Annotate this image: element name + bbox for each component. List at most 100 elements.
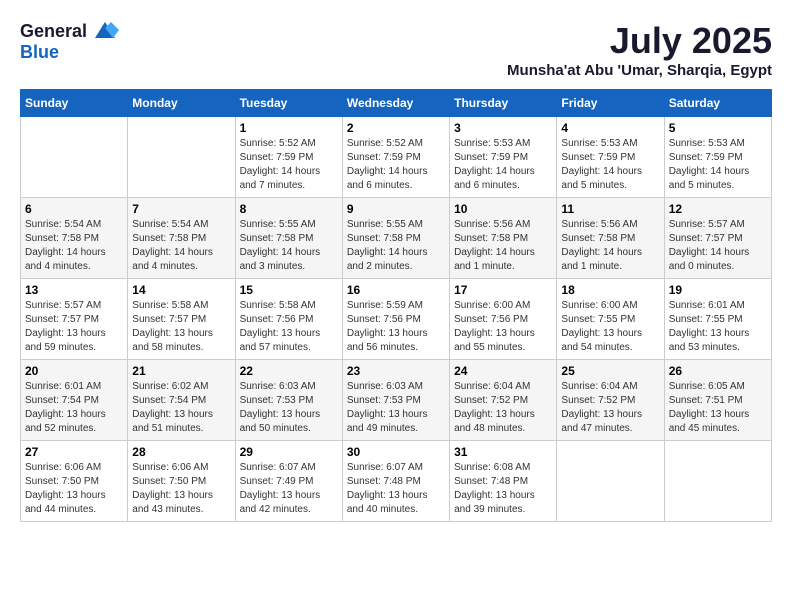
calendar-cell	[557, 441, 664, 522]
day-info: Sunrise: 5:53 AM Sunset: 7:59 PM Dayligh…	[561, 137, 659, 193]
weekday-header-sunday: Sunday	[21, 90, 128, 117]
day-number: 26	[669, 364, 767, 378]
day-number: 25	[561, 364, 659, 378]
day-number: 16	[347, 283, 445, 297]
day-number: 23	[347, 364, 445, 378]
calendar-cell: 20Sunrise: 6:01 AM Sunset: 7:54 PM Dayli…	[21, 360, 128, 441]
logo: General Blue	[20, 20, 119, 63]
calendar-cell: 25 Sunrise: 6:04 AM Sunset: 7:52 PM Dayli…	[557, 360, 664, 441]
day-info: Sunrise: 6:03 AM Sunset: 7:53 PM Dayligh…	[240, 380, 338, 436]
weekday-header-saturday: Saturday	[664, 90, 771, 117]
day-info: Sunrise: 6:06 AM Sunset: 7:50 PM Dayligh…	[132, 461, 230, 517]
day-info: Sunrise: 5:57 AM Sunset: 7:57 PM Dayligh…	[669, 218, 767, 274]
logo-icon	[91, 20, 119, 42]
calendar-cell: 23 Sunrise: 6:03 AM Sunset: 7:53 PM Dayli…	[342, 360, 449, 441]
weekday-header-thursday: Thursday	[450, 90, 557, 117]
calendar-cell	[664, 441, 771, 522]
day-info: Sunrise: 5:59 AM Sunset: 7:56 PM Dayligh…	[347, 299, 445, 355]
month-title: July 2025	[507, 20, 772, 62]
calendar-cell: 26 Sunrise: 6:05 AM Sunset: 7:51 PM Dayli…	[664, 360, 771, 441]
day-info: Sunrise: 5:58 AM Sunset: 7:57 PM Dayligh…	[132, 299, 230, 355]
calendar-table: SundayMondayTuesdayWednesdayThursdayFrid…	[20, 89, 772, 522]
logo-blue-text: Blue	[20, 42, 59, 63]
calendar-cell: 24Sunrise: 6:04 AM Sunset: 7:52 PM Dayli…	[450, 360, 557, 441]
day-number: 1	[240, 121, 338, 135]
day-info: Sunrise: 5:58 AM Sunset: 7:56 PM Dayligh…	[240, 299, 338, 355]
calendar-week-5: 27 Sunrise: 6:06 AM Sunset: 7:50 PM Dayli…	[21, 441, 772, 522]
day-info: Sunrise: 6:00 AM Sunset: 7:55 PM Dayligh…	[561, 299, 659, 355]
calendar-cell: 15 Sunrise: 5:58 AM Sunset: 7:56 PM Dayli…	[235, 279, 342, 360]
day-number: 18	[561, 283, 659, 297]
calendar-week-2: 6 Sunrise: 5:54 AM Sunset: 7:58 PM Daylig…	[21, 198, 772, 279]
day-number: 24	[454, 364, 552, 378]
day-number: 15	[240, 283, 338, 297]
calendar-cell: 6 Sunrise: 5:54 AM Sunset: 7:58 PM Daylig…	[21, 198, 128, 279]
day-number: 14	[132, 283, 230, 297]
day-info: Sunrise: 6:02 AM Sunset: 7:54 PM Dayligh…	[132, 380, 230, 436]
day-number: 4	[561, 121, 659, 135]
day-info: Sunrise: 6:03 AM Sunset: 7:53 PM Dayligh…	[347, 380, 445, 436]
calendar-week-4: 20Sunrise: 6:01 AM Sunset: 7:54 PM Dayli…	[21, 360, 772, 441]
calendar-cell: 16 Sunrise: 5:59 AM Sunset: 7:56 PM Dayli…	[342, 279, 449, 360]
calendar-cell: 19 Sunrise: 6:01 AM Sunset: 7:55 PM Dayli…	[664, 279, 771, 360]
calendar-cell: 9Sunrise: 5:55 AM Sunset: 7:58 PM Daylig…	[342, 198, 449, 279]
calendar-cell: 1 Sunrise: 5:52 AM Sunset: 7:59 PM Daylig…	[235, 117, 342, 198]
day-info: Sunrise: 6:00 AM Sunset: 7:56 PM Dayligh…	[454, 299, 552, 355]
logo-general-text: General	[20, 21, 87, 42]
calendar-cell: 3 Sunrise: 5:53 AM Sunset: 7:59 PM Daylig…	[450, 117, 557, 198]
day-number: 10	[454, 202, 552, 216]
calendar-week-1: 1 Sunrise: 5:52 AM Sunset: 7:59 PM Daylig…	[21, 117, 772, 198]
calendar-cell: 21 Sunrise: 6:02 AM Sunset: 7:54 PM Dayli…	[128, 360, 235, 441]
day-info: Sunrise: 5:53 AM Sunset: 7:59 PM Dayligh…	[454, 137, 552, 193]
calendar-cell: 14 Sunrise: 5:58 AM Sunset: 7:57 PM Dayli…	[128, 279, 235, 360]
weekday-header-wednesday: Wednesday	[342, 90, 449, 117]
day-number: 12	[669, 202, 767, 216]
day-number: 29	[240, 445, 338, 459]
day-info: Sunrise: 6:06 AM Sunset: 7:50 PM Dayligh…	[25, 461, 123, 517]
day-info: Sunrise: 5:52 AM Sunset: 7:59 PM Dayligh…	[347, 137, 445, 193]
day-info: Sunrise: 6:04 AM Sunset: 7:52 PM Dayligh…	[561, 380, 659, 436]
day-number: 30	[347, 445, 445, 459]
calendar-cell: 22Sunrise: 6:03 AM Sunset: 7:53 PM Dayli…	[235, 360, 342, 441]
day-number: 3	[454, 121, 552, 135]
day-info: Sunrise: 6:01 AM Sunset: 7:55 PM Dayligh…	[669, 299, 767, 355]
day-info: Sunrise: 5:56 AM Sunset: 7:58 PM Dayligh…	[561, 218, 659, 274]
day-info: Sunrise: 6:01 AM Sunset: 7:54 PM Dayligh…	[25, 380, 123, 436]
day-info: Sunrise: 6:07 AM Sunset: 7:48 PM Dayligh…	[347, 461, 445, 517]
day-number: 19	[669, 283, 767, 297]
day-number: 5	[669, 121, 767, 135]
day-info: Sunrise: 5:52 AM Sunset: 7:59 PM Dayligh…	[240, 137, 338, 193]
day-info: Sunrise: 6:07 AM Sunset: 7:49 PM Dayligh…	[240, 461, 338, 517]
calendar-cell: 29 Sunrise: 6:07 AM Sunset: 7:49 PM Dayli…	[235, 441, 342, 522]
day-info: Sunrise: 5:54 AM Sunset: 7:58 PM Dayligh…	[25, 218, 123, 274]
calendar-cell: 8Sunrise: 5:55 AM Sunset: 7:58 PM Daylig…	[235, 198, 342, 279]
day-info: Sunrise: 5:56 AM Sunset: 7:58 PM Dayligh…	[454, 218, 552, 274]
day-info: Sunrise: 6:08 AM Sunset: 7:48 PM Dayligh…	[454, 461, 552, 517]
calendar-week-3: 13 Sunrise: 5:57 AM Sunset: 7:57 PM Dayli…	[21, 279, 772, 360]
calendar-cell: 27 Sunrise: 6:06 AM Sunset: 7:50 PM Dayli…	[21, 441, 128, 522]
day-number: 8	[240, 202, 338, 216]
weekday-header-monday: Monday	[128, 90, 235, 117]
calendar-cell: 11 Sunrise: 5:56 AM Sunset: 7:58 PM Dayli…	[557, 198, 664, 279]
day-info: Sunrise: 5:57 AM Sunset: 7:57 PM Dayligh…	[25, 299, 123, 355]
day-info: Sunrise: 5:53 AM Sunset: 7:59 PM Dayligh…	[669, 137, 767, 193]
day-number: 2	[347, 121, 445, 135]
day-info: Sunrise: 6:05 AM Sunset: 7:51 PM Dayligh…	[669, 380, 767, 436]
day-number: 13	[25, 283, 123, 297]
calendar-cell: 13 Sunrise: 5:57 AM Sunset: 7:57 PM Dayli…	[21, 279, 128, 360]
day-number: 11	[561, 202, 659, 216]
day-number: 6	[25, 202, 123, 216]
calendar-cell: 10 Sunrise: 5:56 AM Sunset: 7:58 PM Dayli…	[450, 198, 557, 279]
calendar-cell: 30 Sunrise: 6:07 AM Sunset: 7:48 PM Dayli…	[342, 441, 449, 522]
calendar-cell: 18 Sunrise: 6:00 AM Sunset: 7:55 PM Dayli…	[557, 279, 664, 360]
day-number: 27	[25, 445, 123, 459]
calendar-cell	[128, 117, 235, 198]
day-number: 28	[132, 445, 230, 459]
calendar-cell: 2 Sunrise: 5:52 AM Sunset: 7:59 PM Daylig…	[342, 117, 449, 198]
page-header: General Blue July 2025 Munsha'at Abu 'Um…	[20, 20, 772, 79]
day-info: Sunrise: 5:55 AM Sunset: 7:58 PM Dayligh…	[347, 218, 445, 274]
day-number: 31	[454, 445, 552, 459]
day-number: 21	[132, 364, 230, 378]
calendar-cell: 4 Sunrise: 5:53 AM Sunset: 7:59 PM Daylig…	[557, 117, 664, 198]
calendar-cell	[21, 117, 128, 198]
